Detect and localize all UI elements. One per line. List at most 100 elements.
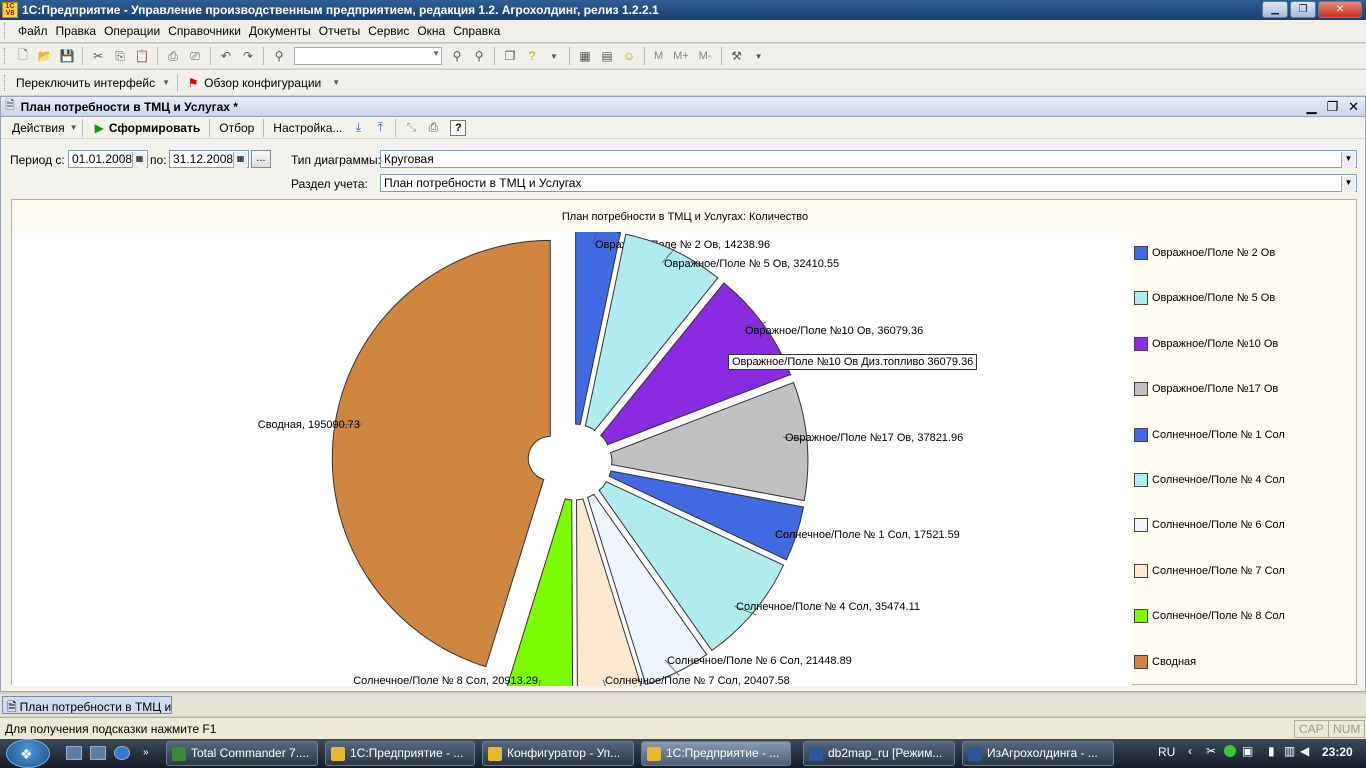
network-icon[interactable]: ▥ xyxy=(1284,744,1295,758)
taskbar-task[interactable]: db2map_ru [Режим... xyxy=(803,741,955,766)
show-desktop-icon[interactable] xyxy=(66,746,82,760)
chevron-down-icon[interactable]: ▼ xyxy=(161,74,171,92)
menu-documents[interactable]: Документы xyxy=(245,24,315,38)
language-indicator[interactable]: RU xyxy=(1158,745,1175,759)
period-select-button[interactable]: ... xyxy=(251,150,271,168)
taskbar-task[interactable]: 1С:Предприятие - ... xyxy=(641,741,791,766)
calendar-icon[interactable]: ▦ xyxy=(132,152,146,168)
menu-reports[interactable]: Отчеты xyxy=(315,24,364,38)
chevron-down-icon[interactable]: ▼ xyxy=(750,47,768,65)
print-icon[interactable]: ⎙ xyxy=(164,47,182,65)
taskbar-task[interactable]: Total Commander 7.... xyxy=(166,741,318,766)
chevron-down-icon[interactable]: ▼ xyxy=(1341,176,1355,192)
menu-windows[interactable]: Окна xyxy=(413,24,449,38)
period-to-field[interactable]: 31.12.2008 ▦ xyxy=(169,150,249,168)
toolbar-grip[interactable] xyxy=(4,48,8,64)
save-icon[interactable]: 💾 xyxy=(58,47,76,65)
open-file-icon[interactable]: 📂 xyxy=(36,47,54,65)
restore-button[interactable]: ❐ xyxy=(1290,1,1316,18)
help-1c-icon[interactable]: ? xyxy=(523,47,541,65)
menu-help[interactable]: Справка xyxy=(449,24,504,38)
start-button[interactable]: ❖ xyxy=(6,739,50,768)
menu-operations[interactable]: Операции xyxy=(100,24,164,38)
legend-label: Солнечное/Поле № 7 Сол xyxy=(1152,564,1285,577)
cut-icon[interactable]: ✂ xyxy=(89,47,107,65)
section-select[interactable]: План потребности в ТМЦ и Услугах ▼ xyxy=(380,174,1357,192)
volume-icon[interactable]: ◀ xyxy=(1300,744,1309,758)
chart-type-select[interactable]: Круговая ▼ xyxy=(380,150,1357,168)
taskbar-task[interactable]: ИзАгрохолдинга - ... xyxy=(962,741,1114,766)
help-button[interactable]: ? xyxy=(450,119,467,136)
windows-icon[interactable]: ❐ xyxy=(501,47,519,65)
period-from-field[interactable]: 01.01.2008 ▦ xyxy=(68,150,148,168)
play-icon[interactable]: ▶ xyxy=(95,121,104,135)
minimize-button[interactable]: ▁ xyxy=(1262,1,1288,18)
find-icon[interactable]: ⚲ xyxy=(270,47,288,65)
chevron-down-icon[interactable]: ▼ xyxy=(327,74,345,92)
browser-icon[interactable] xyxy=(114,746,130,760)
decode-icon[interactable]: ⤡ xyxy=(402,119,420,137)
memory-button[interactable]: M xyxy=(651,47,666,65)
find-next-icon[interactable]: ⚲ xyxy=(470,47,488,65)
tools-icon[interactable]: ⚒ xyxy=(728,47,746,65)
new-file-icon[interactable]: 🗋 xyxy=(14,47,32,65)
actions-menu-button[interactable]: Действия xyxy=(7,121,70,135)
window-tab-report[interactable]: 🗎 План потребности в ТМЦ и ... xyxy=(2,696,172,714)
generate-button[interactable]: Сформировать xyxy=(104,121,205,135)
tray-network-icon[interactable]: ▣ xyxy=(1242,744,1253,758)
settings-button[interactable]: Настройка... xyxy=(268,121,347,135)
legend-item: Овражное/Поле №10 Ов xyxy=(1134,336,1278,351)
memory-plus-button[interactable]: M+ xyxy=(670,47,692,65)
close-button[interactable]: ✕ xyxy=(1318,1,1362,18)
print-preview-icon[interactable]: ⎚ xyxy=(186,47,204,65)
chevron-down-icon[interactable]: ▼ xyxy=(1341,152,1355,168)
calculator-icon[interactable]: ▦ xyxy=(576,47,594,65)
search-combo[interactable] xyxy=(294,47,442,65)
taskbar-task[interactable]: 1С:Предприятие - ... xyxy=(325,741,475,766)
pie-data-label: Солнечное/Поле № 8 Сол, 20913.29 xyxy=(353,675,538,686)
memory-minus-button[interactable]: M- xyxy=(696,47,715,65)
menu-file[interactable]: Файл xyxy=(14,24,52,38)
chevron-down-icon[interactable]: ▼ xyxy=(545,47,563,65)
paste-icon[interactable]: 📋 xyxy=(133,47,151,65)
switch-interface-button[interactable]: Переключить интерфейс xyxy=(12,76,159,90)
chart-plot-area[interactable]: Овражное/Поле № 2 Ов, 14238.96 Овражное/П… xyxy=(12,225,1132,698)
chevron-left-icon[interactable]: ‹ xyxy=(1188,744,1192,758)
legend-label: Овражное/Поле № 5 Ов xyxy=(1152,292,1276,305)
chart-panel[interactable]: План потребности в ТМЦ и Услугах: Количе… xyxy=(11,199,1357,698)
menu-catalogs[interactable]: Справочники xyxy=(164,24,245,38)
close-icon[interactable]: ✕ xyxy=(1348,99,1359,115)
config-overview-button[interactable]: Обзор конфигурации xyxy=(204,76,325,90)
chevron-down-icon[interactable]: ▼ xyxy=(70,119,78,137)
toolbar-grip[interactable] xyxy=(4,23,8,39)
tray-app-icon[interactable]: ✂ xyxy=(1206,744,1216,758)
save-settings-icon[interactable]: ⤓ xyxy=(349,119,367,137)
power-icon[interactable]: ▮ xyxy=(1268,744,1275,758)
task-label: 1С:Предприятие - ... xyxy=(666,746,780,760)
pie-chart[interactable]: Овражное/Поле № 2 Ов, 14238.96 Овражное/П… xyxy=(12,225,1132,698)
calendar-icon[interactable]: ▤ xyxy=(598,47,616,65)
filter-button[interactable]: Отбор xyxy=(214,121,259,135)
minimize-icon[interactable]: ▁ xyxy=(1306,99,1316,115)
interface-toolbar: Переключить интерфейс ▼ ⚑ Обзор конфигур… xyxy=(0,70,1366,95)
toolbar-grip[interactable] xyxy=(4,74,8,91)
user-icon[interactable]: ☺ xyxy=(620,47,638,65)
menu-edit[interactable]: Правка xyxy=(52,24,101,38)
print-icon[interactable]: ⎙ xyxy=(424,119,442,137)
legend-label: Солнечное/Поле № 6 Сол xyxy=(1152,519,1285,532)
calendar-icon[interactable]: ▦ xyxy=(233,152,247,168)
menu-service[interactable]: Сервис xyxy=(364,24,413,38)
taskbar-task[interactable]: Конфигуратор - Уп... xyxy=(482,741,634,766)
undo-icon[interactable]: ↶ xyxy=(217,47,235,65)
chevron-right-icon[interactable]: » xyxy=(143,747,149,758)
copy-icon[interactable]: ⎘ xyxy=(111,47,129,65)
clock[interactable]: 23:20 xyxy=(1322,745,1353,759)
redo-icon[interactable]: ↷ xyxy=(239,47,257,65)
config-tree-icon[interactable]: ⚑ xyxy=(184,74,202,92)
find-prev-icon[interactable]: ⚲ xyxy=(448,47,466,65)
pie-slice[interactable] xyxy=(331,239,551,668)
restore-icon[interactable]: ❐ xyxy=(1326,99,1338,115)
tray-status-icon[interactable] xyxy=(1224,745,1236,757)
switch-windows-icon[interactable] xyxy=(90,746,106,760)
restore-settings-icon[interactable]: ⤒ xyxy=(371,119,389,137)
